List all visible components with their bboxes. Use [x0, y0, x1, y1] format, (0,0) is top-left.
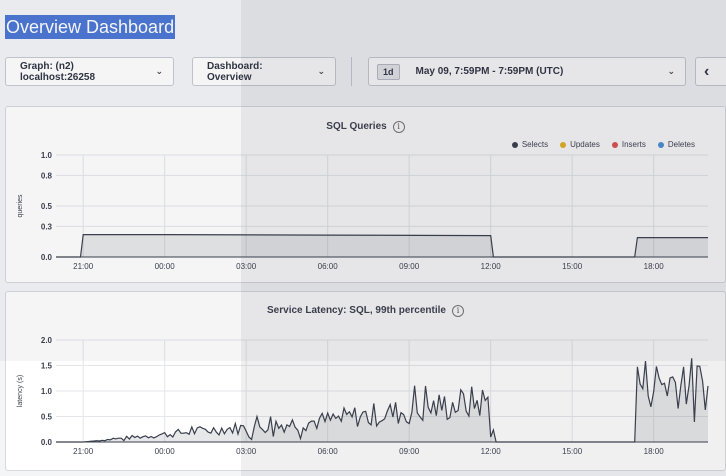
x-tick-label: 03:00 — [236, 447, 257, 456]
y-tick-label: 1.0 — [41, 151, 53, 160]
y-axis-label: latency (s) — [17, 375, 24, 407]
y-tick-label: 0.0 — [41, 253, 53, 262]
x-tick-label: 00:00 — [155, 262, 176, 271]
x-tick-label: 00:00 — [155, 447, 176, 456]
sql-queries-chart: 1.0 0.8 0.5 0.3 0.0 21:00 00:00 03:00 06:00 09:00… — [17, 151, 708, 271]
previous-time-button[interactable]: ‹ — [695, 57, 726, 86]
toolbar: Graph: (n2) localhost:26258 ⌄ Dashboard:… — [5, 57, 726, 86]
y-tick-label: 2.0 — [41, 336, 53, 345]
service-latency-chart: 2.0 1.5 1.0 0.5 0.0 21:00 00:00 03:00 06:00 09:00… — [17, 336, 709, 456]
y-tick-label: 1.0 — [41, 387, 53, 396]
x-tick-label: 15:00 — [562, 447, 583, 456]
graph-selector-label: Graph: (n2) localhost:26258 — [20, 60, 96, 83]
series-area — [56, 358, 708, 442]
x-tick-label: 06:00 — [318, 447, 339, 456]
chevron-down-icon: ⌄ — [667, 66, 675, 76]
time-range-selector[interactable]: 1d May 09, 7:59PM - 7:59PM (UTC) ⌄ — [368, 57, 686, 86]
x-tick-label: 18:00 — [644, 447, 665, 456]
time-range-label: May 09, 7:59PM - 7:59PM (UTC) — [415, 66, 564, 77]
x-tick-label: 15:00 — [562, 262, 583, 271]
chevron-down-icon: ⌄ — [155, 66, 163, 76]
x-tick-label: 03:00 — [236, 262, 257, 271]
x-tick-label: 06:00 — [318, 262, 339, 271]
dashboard-selector-label: Dashboard: Overview — [207, 60, 263, 83]
x-tick-label: 09:00 — [399, 447, 420, 456]
y-tick-label: 0.3 — [41, 222, 53, 231]
page-title-wrap: Overview Dashboard — [5, 15, 176, 39]
x-tick-label: 09:00 — [399, 262, 420, 271]
page-title: Overview Dashboard — [5, 15, 176, 39]
y-tick-label: 1.5 — [41, 362, 53, 371]
chevron-left-icon: ‹ — [704, 62, 710, 80]
y-tick-label: 0.5 — [41, 202, 53, 211]
chevron-down-icon: ⌄ — [317, 66, 325, 76]
toolbar-divider — [351, 57, 352, 86]
y-tick-label: 0.0 — [41, 438, 53, 447]
sql-queries-panel: SQL Queries i Selects Updates Inserts Del… — [5, 106, 726, 283]
x-tick-label: 21:00 — [73, 447, 94, 456]
service-latency-panel: Service Latency: SQL, 99th percentile i 2… — [5, 291, 726, 471]
y-axis-label: queries — [17, 194, 24, 217]
time-window-badge: 1d — [377, 63, 400, 80]
graph-selector[interactable]: Graph: (n2) localhost:26258 ⌄ — [5, 57, 174, 86]
x-tick-label: 12:00 — [481, 262, 502, 271]
x-tick-label: 21:00 — [73, 262, 94, 271]
y-tick-label: 0.8 — [41, 171, 53, 180]
y-tick-label: 0.5 — [41, 413, 53, 422]
series-area — [56, 234, 708, 257]
dashboard-selector[interactable]: Dashboard: Overview ⌄ — [192, 57, 336, 86]
x-tick-label: 12:00 — [481, 447, 502, 456]
x-tick-label: 18:00 — [644, 262, 665, 271]
